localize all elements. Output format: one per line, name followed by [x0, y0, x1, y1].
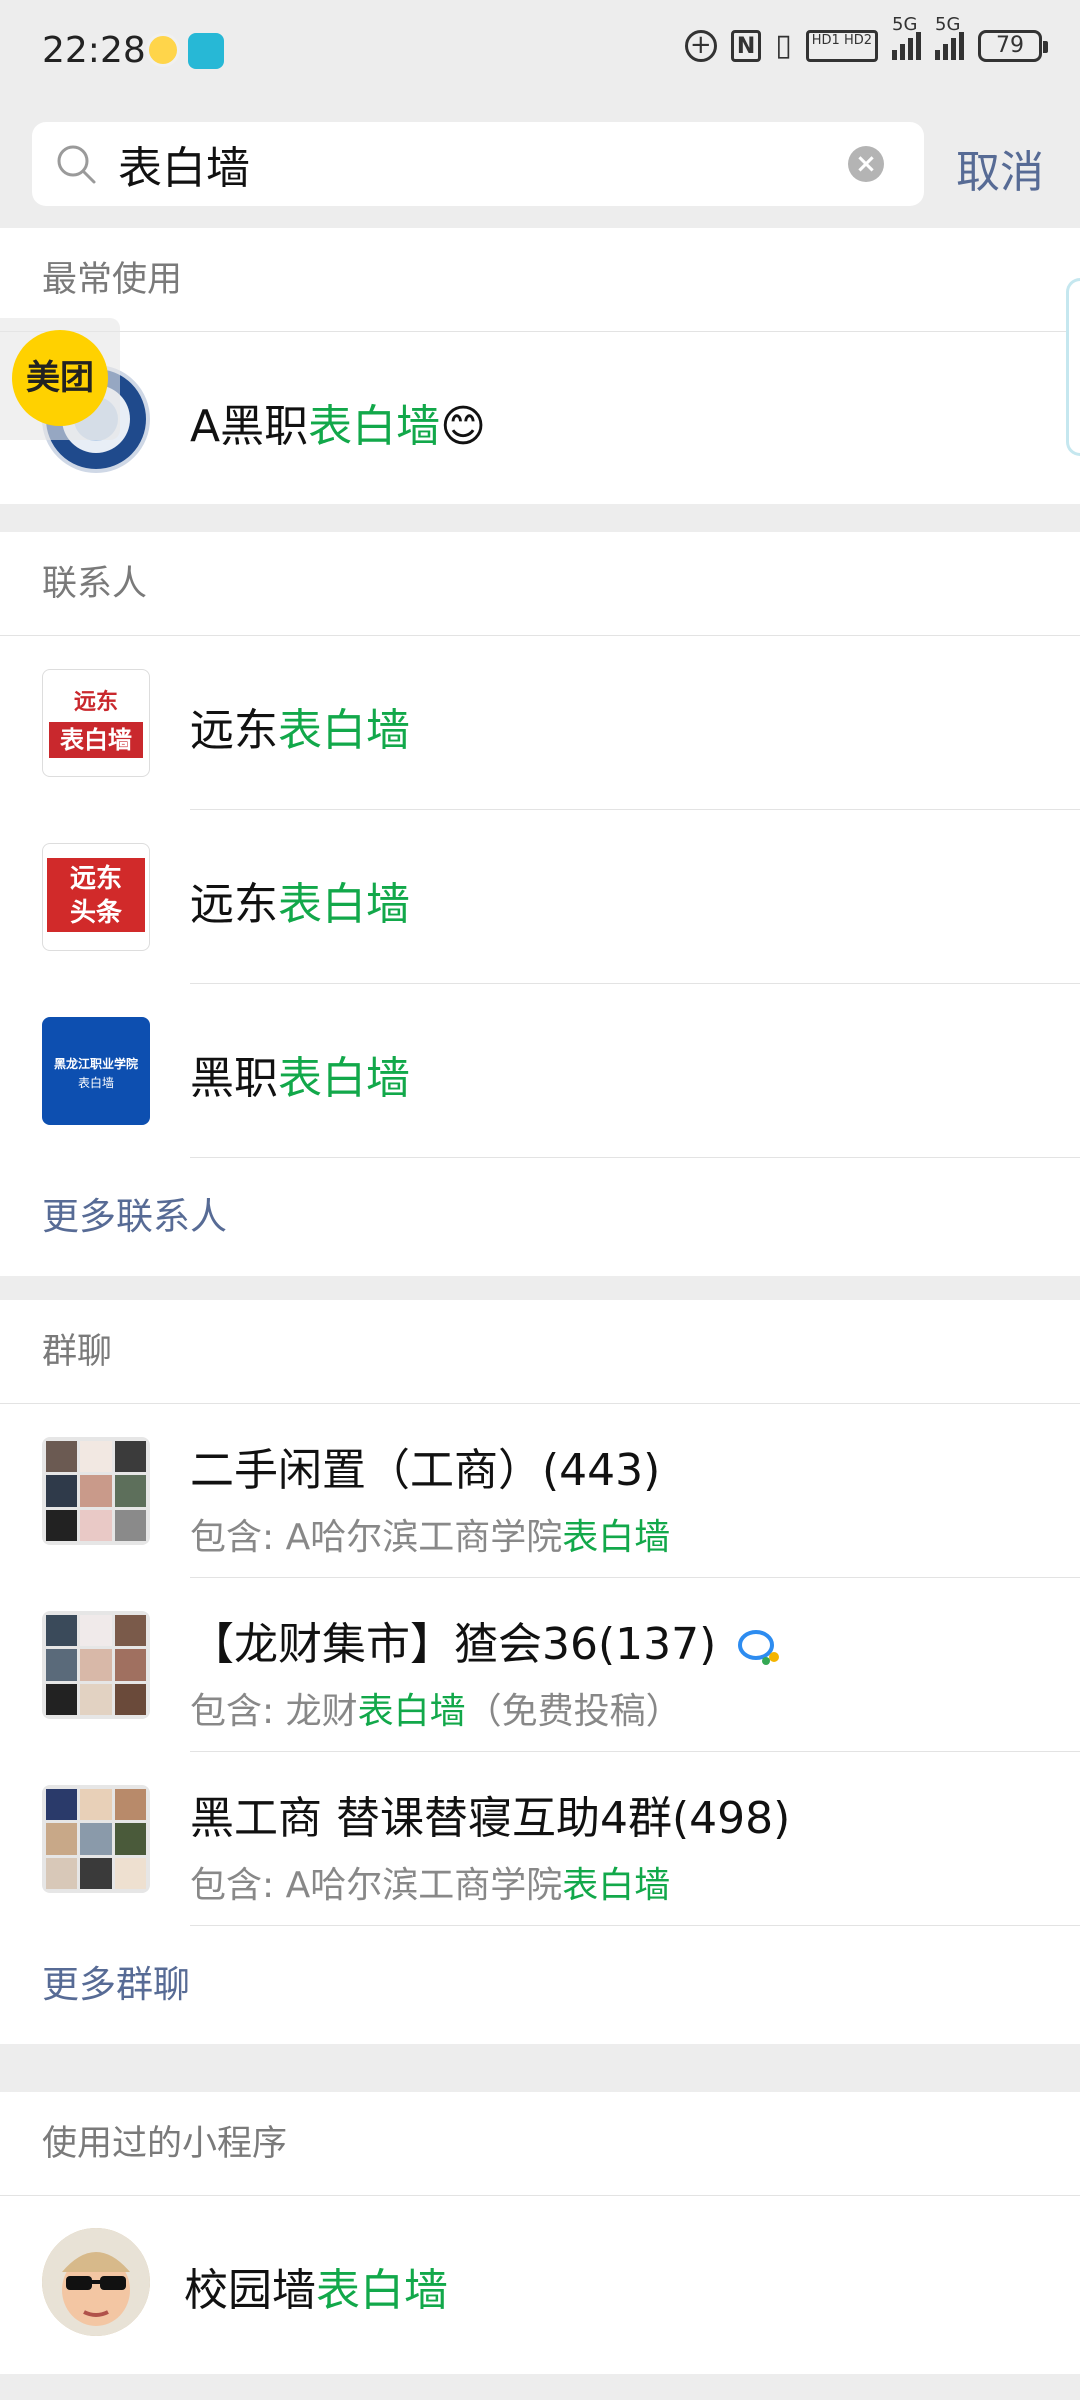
subtitle-highlight: 表白墙 [562, 1517, 671, 1558]
signal-icon-1: 5G [892, 16, 921, 64]
search-bar[interactable]: × [32, 122, 924, 206]
list-item-group[interactable]: 二手闲置（工商）(443) 包含: A哈尔滨工商学院表白墙 [0, 1404, 1080, 1578]
meituan-floating-button[interactable]: 美团 [12, 330, 108, 426]
section-header-groups: 群聊 [0, 1300, 1080, 1404]
app-notification-icon [146, 33, 180, 67]
subtitle-highlight: 表白墙 [562, 1865, 671, 1906]
network-type-label-2: 5G [935, 14, 961, 35]
more-contacts-link[interactable]: 更多联系人 [0, 1158, 1080, 1276]
title-highlight: 表白墙 [316, 2265, 448, 2316]
item-title: A黑职表白墙😊 [190, 390, 486, 454]
avatar-text-top: 黑龙江职业学院 [53, 1057, 138, 1071]
title-prefix: 校园墙 [184, 2265, 316, 2316]
list-item-group[interactable]: 黑工商 替课替寝互助4群(498) 包含: A哈尔滨工商学院表白墙 [0, 1752, 1080, 1926]
status-time: 22:28 [42, 30, 146, 71]
avatar: 黑龙江职业学院 表白墙 [42, 1017, 150, 1125]
title-highlight: 表白墙 [278, 705, 410, 756]
title-prefix: A黑职 [190, 401, 309, 452]
group-title-text: 【龙财集市】猹会36(137) [190, 1619, 717, 1670]
list-item-contact[interactable]: 远东 头条 远东表白墙 [0, 810, 1080, 984]
subtitle-prefix: 包含: A哈尔滨工商学院 [190, 1865, 563, 1906]
cartoon-face-icon [42, 2228, 150, 2336]
section-recent: 最常使用 A黑职表白墙😊 [0, 228, 1080, 504]
title-highlight: 表白墙 [308, 401, 441, 452]
app-notification-icon-2 [188, 33, 224, 69]
item-title: 黑职表白墙 [190, 1042, 410, 1106]
list-item-mini-program[interactable]: 校园墙表白墙 [0, 2196, 1080, 2374]
title-prefix: 远东 [190, 879, 278, 930]
avatar-text-bottom: 表白墙 [49, 722, 143, 758]
section-header-mini-programs: 使用过的小程序 [0, 2092, 1080, 2196]
avatar: 远东 表白墙 [42, 669, 150, 777]
group-avatar [42, 1611, 150, 1719]
avatar-text-bottom: 头条 [69, 898, 122, 928]
title-prefix: 黑职 [190, 1053, 278, 1104]
clear-icon[interactable]: × [848, 146, 884, 182]
nfc-icon: N [730, 30, 762, 62]
group-avatar [42, 1785, 150, 1893]
search-icon [57, 145, 96, 184]
avatar-text-top: 远东 [69, 864, 122, 894]
group-subtitle: 包含: A哈尔滨工商学院表白墙 [190, 1856, 670, 1908]
status-bar: 22:28 + N ▯ HD1 HD2 5G 5G 79 [0, 0, 1080, 100]
avatar-text-bottom: 表白墙 [77, 1076, 114, 1090]
title-highlight: 表白墙 [278, 1053, 410, 1104]
item-title: 远东表白墙 [190, 694, 410, 758]
group-subtitle: 包含: A哈尔滨工商学院表白墙 [190, 1508, 670, 1560]
title-prefix: 远东 [190, 705, 278, 756]
avatar [42, 2228, 150, 2336]
subtitle-prefix: 包含: A哈尔滨工商学院 [190, 1517, 563, 1558]
title-highlight: 表白墙 [278, 879, 410, 930]
hd-icon: HD1 HD2 [805, 30, 878, 62]
smile-emoji-icon: 😊 [440, 401, 486, 452]
battery-icon: 79 [978, 30, 1048, 62]
network-type-label: 5G [892, 14, 918, 35]
more-groups-link[interactable]: 更多群聊 [0, 1926, 1080, 2044]
subtitle-suffix: （免费投稿） [465, 1691, 682, 1732]
avatar-text-top: 远东 [73, 690, 118, 715]
avatar: 远东 头条 [42, 843, 150, 951]
search-input[interactable] [118, 138, 838, 190]
signal-icon-2: 5G [935, 16, 964, 64]
item-title: 校园墙表白墙 [184, 2254, 448, 2318]
subtitle-prefix: 包含: 龙财 [190, 1691, 358, 1732]
section-mini-programs: 使用过的小程序 校园墙表白墙 [0, 2092, 1080, 2374]
side-edge-handle[interactable] [1066, 278, 1080, 456]
section-header-contacts: 联系人 [0, 532, 1080, 636]
group-avatar [42, 1437, 150, 1545]
cancel-button[interactable]: 取消 [956, 136, 1044, 200]
group-subtitle: 包含: 龙财表白墙（免费投稿） [190, 1682, 682, 1734]
list-item-group[interactable]: 【龙财集市】猹会36(137) 包含: 龙财表白墙（免费投稿） [0, 1578, 1080, 1752]
list-item-recent[interactable]: A黑职表白墙😊 [0, 332, 1080, 504]
list-item-contact[interactable]: 黑龙江职业学院 表白墙 黑职表白墙 [0, 984, 1080, 1158]
group-title: 【龙财集市】猹会36(137) [190, 1608, 784, 1672]
item-title: 远东表白墙 [190, 868, 410, 932]
section-groups: 群聊 二手闲置（工商）(443) 包含: A哈尔滨工商学院表白墙 【龙财集市】猹… [0, 1300, 1080, 2044]
section-header-recent: 最常使用 [0, 228, 1080, 332]
group-title: 黑工商 替课替寝互助4群(498) [190, 1793, 791, 1844]
subtitle-highlight: 表白墙 [357, 1691, 466, 1732]
data-saver-icon: + [684, 30, 717, 62]
vibrate-icon: ▯ [775, 28, 792, 63]
list-item-contact[interactable]: 远东 表白墙 远东表白墙 [0, 636, 1080, 810]
section-contacts: 联系人 远东 表白墙 远东表白墙 远东 头条 远东表白墙 黑龙江职业学院 表白墙… [0, 532, 1080, 1276]
wecom-icon [738, 1630, 780, 1665]
status-icons: + N ▯ HD1 HD2 5G 5G 79 [684, 16, 1048, 64]
group-title: 二手闲置（工商）(443) [190, 1445, 661, 1496]
